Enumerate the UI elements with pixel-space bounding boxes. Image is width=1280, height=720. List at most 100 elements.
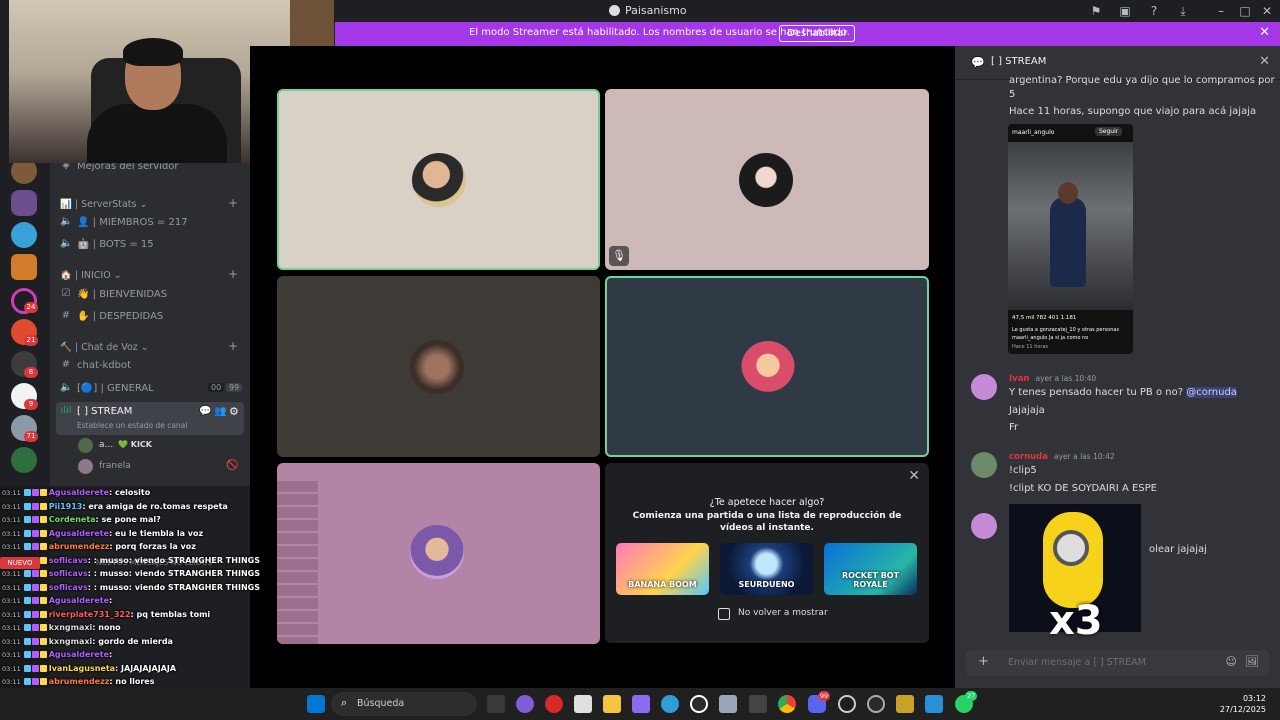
add-channel-icon[interactable]: + (228, 339, 238, 353)
windows-start-icon[interactable] (307, 695, 325, 713)
twitch-badge-icon (23, 678, 31, 685)
twitch-chat-time: 03:11 (2, 502, 21, 511)
file-explorer-icon[interactable] (603, 695, 621, 713)
chat-icon[interactable]: 💬 (199, 406, 211, 417)
category-inicio[interactable]: 🏠 | INICIO ⌄ (60, 270, 122, 281)
pin-icon[interactable]: ⚑ (1088, 3, 1104, 19)
user-mention[interactable]: @cornuda (1186, 387, 1237, 398)
twitch-badge-icon (39, 610, 47, 618)
settings-icon[interactable]: ⚙ (229, 405, 239, 418)
obs-icon[interactable] (838, 695, 856, 713)
twitch-chat-user: IvanLagusneta (48, 663, 116, 673)
avatar[interactable] (971, 374, 997, 400)
server-icon[interactable] (11, 254, 37, 280)
channel-general[interactable]: 🔈 [🔵] | GENERAL 00 99 (56, 379, 244, 399)
twitch-badge-icon (31, 516, 39, 523)
voice-user[interactable]: a... 💚 KICK (56, 436, 244, 456)
activity-game[interactable]: BANANA BOOM (616, 543, 709, 595)
activity-game[interactable]: SEURDUENO (720, 543, 813, 595)
disable-streamer-button[interactable]: Deshabilitar (779, 25, 856, 42)
chat-input[interactable]: + Enviar mensaje a [ ] STREAM ☺ 🖼 (966, 650, 1269, 676)
twitch-badge-icon (39, 570, 47, 577)
channel-bots[interactable]: 🔈 🤖 | BOTS = 15 (56, 235, 244, 255)
post-follow-button[interactable]: Seguir (1095, 127, 1123, 136)
inbox-icon[interactable]: ▣ (1117, 3, 1133, 19)
voice-user[interactable]: franela 🚫 (56, 457, 244, 477)
participant-tile[interactable] (277, 276, 600, 457)
attach-icon[interactable]: + (978, 654, 989, 669)
server-icon[interactable] (11, 190, 37, 216)
message-author[interactable]: Ivan ayer a las 10:40 (1009, 374, 1096, 384)
capcut-icon[interactable] (690, 695, 708, 713)
minimize-icon[interactable]: – (1213, 3, 1229, 19)
twitch-chat-overlay: 03:11 Agusalderete: celosito 03:11 Pii1913:… (0, 486, 260, 688)
channel-label: 👤 | MIEMBROS = 217 (77, 217, 188, 228)
category-serverstats[interactable]: 📊 | ServerStats ⌄ (60, 199, 147, 210)
channel-stream[interactable]: ılıl [ ] STREAM Establece un estado de c… (56, 402, 244, 435)
activity-game[interactable]: ROCKET BOT ROYALE (824, 543, 917, 595)
server-badge: 9 (24, 399, 38, 410)
chrome-icon[interactable] (778, 695, 796, 713)
participant-tile[interactable] (277, 463, 600, 644)
avatar[interactable] (971, 452, 997, 478)
dont-show-checkbox[interactable] (718, 608, 730, 620)
members-label: | MIEMBROS = 217 (92, 217, 188, 228)
participant-tile[interactable]: 🎙 (605, 89, 929, 270)
emoji-icon[interactable]: ☺ (1226, 655, 1237, 668)
server-icon[interactable] (11, 447, 37, 473)
photos-icon[interactable] (925, 695, 943, 713)
participant-tile[interactable] (605, 276, 929, 457)
task-view-icon[interactable] (487, 695, 505, 713)
twitch-chat-line: 03:11 Agusalderete: celosito (2, 488, 150, 497)
channel-kdbot[interactable]: # chat-kdbot (56, 356, 244, 376)
window-close-icon[interactable]: ✕ (1259, 3, 1275, 19)
channel-welcome[interactable]: ☑ 👋 | BIENVENIDAS (56, 285, 244, 305)
opera-icon[interactable] (545, 695, 563, 713)
twitch-badge-icon (31, 678, 39, 685)
app-icon[interactable] (896, 695, 914, 713)
unread-divider[interactable]: NUEVOS MENSAJES NO LEÍDOS (96, 558, 212, 567)
add-channel-icon[interactable]: + (228, 267, 238, 281)
participant-tile[interactable] (277, 89, 600, 270)
channel-status[interactable]: Establece un estado de canal (77, 421, 187, 430)
edge-icon[interactable] (661, 695, 679, 713)
chat-close-icon[interactable]: ✕ (1259, 54, 1270, 69)
stream-label: [ ] STREAM (77, 406, 133, 417)
post-figure (1050, 197, 1086, 287)
avatar[interactable] (971, 513, 997, 539)
store-icon[interactable] (574, 695, 592, 713)
instagram-embed[interactable]: maarli_angulo Seguir 47,5 mil 782 401 1.… (1008, 124, 1133, 354)
banner-close-icon[interactable]: ✕ (1259, 25, 1270, 40)
add-channel-icon[interactable]: + (228, 196, 238, 210)
terminal-icon[interactable] (749, 695, 767, 713)
taskbar-clock[interactable]: 03:12 27/12/2025 (1206, 693, 1266, 715)
maximize-icon[interactable]: □ (1237, 3, 1253, 19)
download-icon[interactable]: ⤓ (1175, 3, 1191, 19)
server-icon[interactable] (11, 222, 37, 248)
pen-app-icon[interactable] (632, 695, 650, 713)
server-logo-icon (609, 5, 620, 16)
twitch-chat-user: Agusalderete (48, 650, 110, 659)
steam-icon[interactable] (867, 695, 885, 713)
message-author[interactable]: cornuda ayer a las 10:42 (1009, 452, 1115, 462)
copilot-icon[interactable] (516, 695, 534, 713)
category-chat-de-voz[interactable]: 🔨 | Chat de Voz ⌄ (60, 342, 149, 353)
voice-user-tag: 💚 KICK (118, 440, 152, 449)
activity-subtitle: Comienza una partida o una lista de repr… (632, 511, 902, 533)
taskbar-search[interactable]: ⌕ Búsqueda (331, 692, 477, 716)
channel-label: ✋ | DESPEDIDAS (77, 311, 164, 322)
notepad-icon[interactable] (719, 695, 737, 713)
twitch-chat-user: kxngmaxi (48, 623, 93, 632)
channel-members[interactable]: 🔈 👤 | MIEMBROS = 217 (56, 213, 244, 233)
channel-goodbye[interactable]: # ✋ | DESPEDIDAS (56, 307, 244, 327)
invite-icon[interactable]: 👥 (214, 406, 226, 417)
image-icon[interactable]: 🖼 (1245, 655, 1259, 668)
channel-label: 🤖 | BOTS = 15 (77, 239, 154, 250)
activity-close-icon[interactable]: ✕ (908, 468, 920, 484)
twitch-chat-time: 03:11 (2, 678, 21, 686)
twitch-badge-icon (23, 597, 31, 604)
server-badge: 24 (24, 302, 38, 313)
twitch-chat-user: abrumendezz (48, 542, 110, 551)
help-icon[interactable]: ? (1146, 3, 1162, 19)
window-title: Paisanismo (625, 4, 687, 17)
